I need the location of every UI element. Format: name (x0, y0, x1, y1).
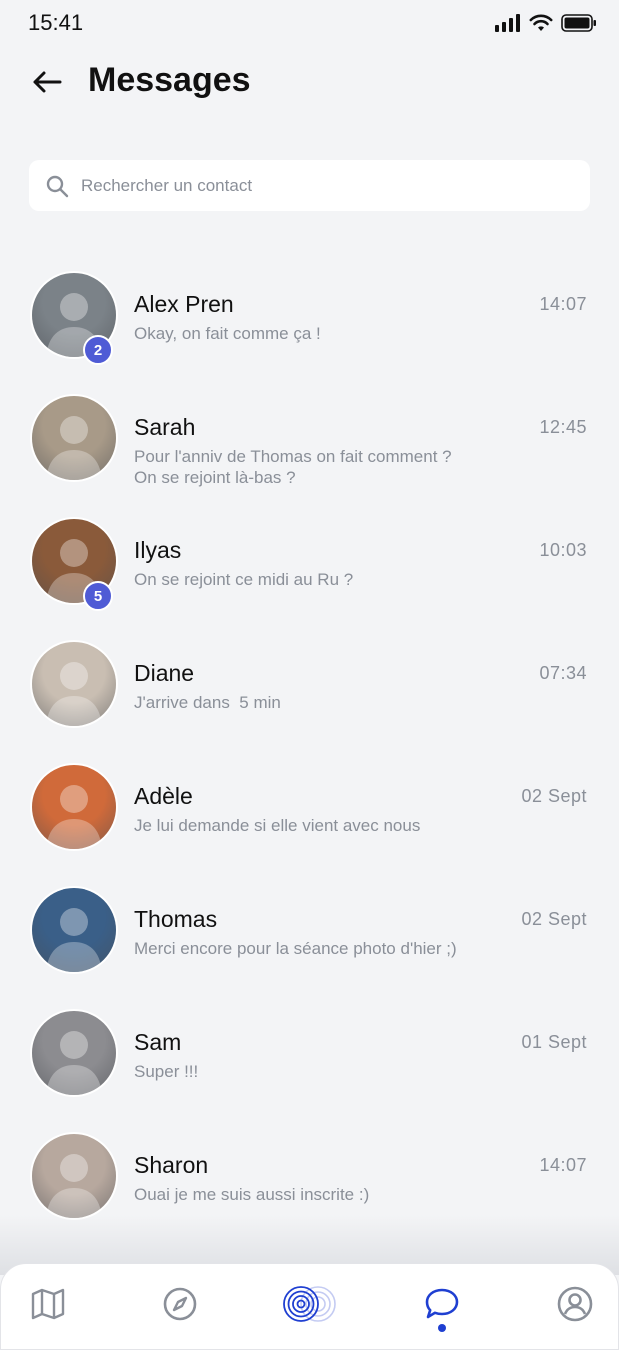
avatar (30, 640, 118, 728)
avatar-photo (32, 888, 116, 972)
back-button[interactable] (30, 65, 64, 99)
avatar-photo (32, 642, 116, 726)
header: Messages (0, 55, 619, 115)
contact-name: Sam (134, 1029, 182, 1055)
avatar-photo (32, 1011, 116, 1095)
radar-icon (283, 1286, 336, 1322)
contact-name: Alex Pren (134, 291, 234, 317)
message-preview: Pour l'anniv de Thomas on fait comment ?… (134, 447, 452, 487)
arrow-left-icon (33, 71, 62, 93)
message-time: 07:34 (539, 663, 587, 683)
search-icon (46, 175, 69, 198)
chat-icon (425, 1288, 459, 1319)
contact-name: Sharon (134, 1152, 209, 1178)
message-preview: Okay, on fait comme ça ! (134, 324, 321, 343)
search-input[interactable] (81, 160, 571, 211)
active-tab-indicator (438, 1324, 446, 1332)
avatar (30, 394, 118, 482)
message-time: 14:07 (539, 294, 587, 314)
conversation-item[interactable]: Adèle 02 Sept Je lui demande si elle vie… (0, 757, 619, 880)
message-preview: On se rejoint ce midi au Ru ? (134, 570, 354, 589)
message-time: 02 Sept (521, 786, 587, 806)
message-preview: Ouai je me suis aussi inscrite :) (134, 1185, 370, 1204)
contact-name: Sarah (134, 414, 196, 440)
person-silhouette-icon (46, 785, 102, 849)
tab-radar[interactable] (279, 1282, 343, 1326)
avatar-photo (32, 765, 116, 849)
map-icon (31, 1288, 65, 1320)
message-time: 14:07 (539, 1155, 587, 1175)
message-time: 10:03 (539, 540, 587, 560)
battery-icon (561, 14, 596, 32)
status-time: 15:41 (28, 10, 84, 35)
person-silhouette-icon (46, 1031, 102, 1095)
tab-profile[interactable] (553, 1282, 597, 1326)
conversation-list: 2 Alex Pren 14:07 Okay, on fait comme ça… (0, 265, 619, 1249)
person-silhouette-icon (46, 416, 102, 480)
cellular-signal-icon (495, 14, 520, 32)
person-silhouette-icon (46, 1154, 102, 1218)
avatar-photo (32, 1134, 116, 1218)
message-time: 02 Sept (521, 909, 587, 929)
wifi-icon (529, 14, 553, 31)
tab-bar (0, 1263, 619, 1350)
tab-explore[interactable] (158, 1282, 202, 1326)
conversation-item[interactable]: Diane 07:34 J'arrive dans 5 min (0, 634, 619, 757)
message-preview: J'arrive dans 5 min (134, 693, 281, 712)
unread-badge: 2 (83, 335, 113, 365)
tab-messages[interactable] (420, 1282, 464, 1326)
unread-badge: 5 (83, 581, 113, 611)
message-preview: Merci encore pour la séance photo d'hier… (134, 939, 457, 958)
conversation-item[interactable]: Thomas 02 Sept Merci encore pour la séan… (0, 880, 619, 1003)
search-box[interactable] (29, 160, 590, 211)
contact-name: Thomas (134, 906, 218, 932)
message-time: 12:45 (539, 417, 587, 437)
avatar (30, 1132, 118, 1220)
contact-name: Adèle (134, 783, 193, 809)
contact-name: Diane (134, 660, 195, 686)
message-preview: Super !!! (134, 1062, 199, 1081)
avatar (30, 886, 118, 974)
page-title: Messages (88, 61, 251, 99)
message-preview: Je lui demande si elle vient avec nous (134, 816, 421, 835)
avatar-photo (32, 396, 116, 480)
conversation-item[interactable]: 2 Alex Pren 14:07 Okay, on fait comme ça… (0, 265, 619, 388)
person-silhouette-icon (46, 662, 102, 726)
profile-icon (557, 1286, 593, 1322)
avatar (30, 1009, 118, 1097)
person-silhouette-icon (46, 908, 102, 972)
conversation-item[interactable]: 5 Ilyas 10:03 On se rejoint ce midi au R… (0, 511, 619, 634)
status-icons (495, 14, 597, 32)
tab-map[interactable] (26, 1282, 70, 1326)
conversation-item[interactable]: Sarah 12:45 Pour l'anniv de Thomas on fa… (0, 388, 619, 511)
contact-name: Ilyas (134, 537, 182, 563)
status-bar: 15:41 (0, 0, 619, 48)
compass-icon (163, 1287, 197, 1321)
message-time: 01 Sept (521, 1032, 587, 1052)
conversation-item[interactable]: Sam 01 Sept Super !!! (0, 1003, 619, 1126)
avatar (30, 763, 118, 851)
